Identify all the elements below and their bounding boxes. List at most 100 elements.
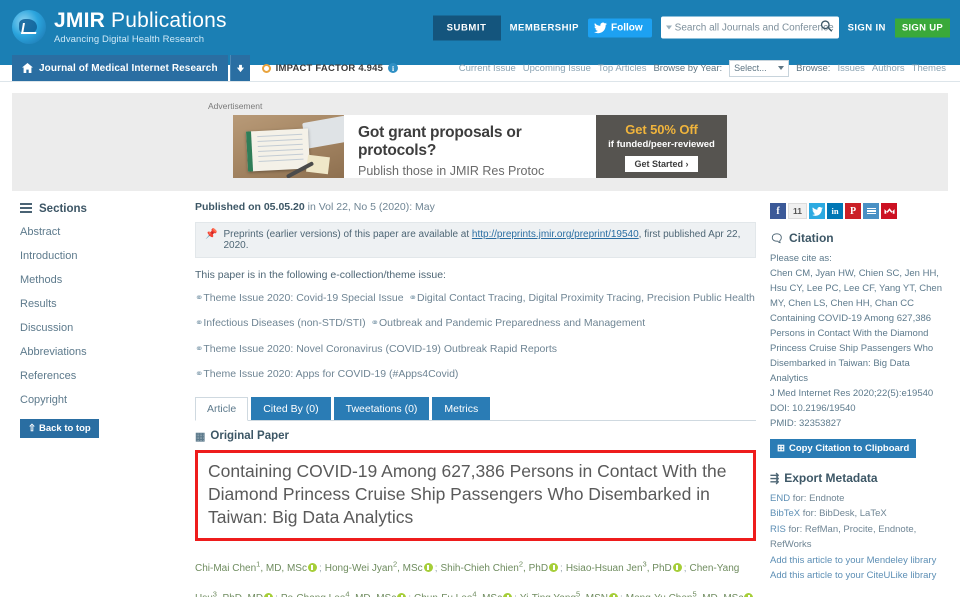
tab-cited-by[interactable]: Cited By (0) xyxy=(251,396,331,420)
twitter-icon xyxy=(593,22,607,33)
advertisement-cta[interactable]: Get 50% Off if funded/peer-reviewed Get … xyxy=(596,115,727,178)
sidebar-item-abbreviations[interactable]: Abbreviations xyxy=(20,346,195,358)
orcid-icon[interactable] xyxy=(744,593,754,597)
search-icon[interactable] xyxy=(820,20,833,33)
chevron-down-icon[interactable] xyxy=(665,25,672,30)
preprint-text: Preprints (earlier versions) of this pap… xyxy=(223,229,741,251)
ecollection-row: ⚭Theme Issue 2020: Novel Coronavirus (CO… xyxy=(195,339,756,357)
export-item-ris: RIS for: RefMan, Procite, Endnote, RefWo… xyxy=(770,523,917,551)
get-started-button[interactable]: Get Started › xyxy=(625,155,698,172)
article-title-highlight: Containing COVID-19 Among 627,386 Person… xyxy=(195,449,756,541)
sign-in-link[interactable]: SIGN IN xyxy=(848,22,886,33)
search-input[interactable] xyxy=(674,22,834,33)
journal-dropdown-toggle[interactable] xyxy=(229,55,250,81)
pinterest-icon[interactable]: P xyxy=(845,203,861,219)
author-link[interactable]: Hong-Wei Jyan2, MSc xyxy=(325,560,423,574)
cite-title: Containing COVID-19 Among 627,386 Person… xyxy=(770,313,934,384)
twitter-follow-button[interactable]: Follow xyxy=(587,18,652,37)
orcid-icon[interactable] xyxy=(672,562,682,572)
paper-type: ▦ Original Paper xyxy=(195,430,756,443)
jmir-logo[interactable]: JMIR Publications Advancing Digital Heal… xyxy=(12,9,227,45)
export-item-endnote: END for: Endnote xyxy=(770,493,845,504)
list-share-icon[interactable] xyxy=(863,203,879,219)
ecollection-link[interactable]: ⚭Digital Contact Tracing, Digital Proxim… xyxy=(409,292,755,304)
tab-metrics[interactable]: Metrics xyxy=(432,396,491,420)
author-link[interactable]: Chi-Mai Chen1, MD, MSc xyxy=(195,560,307,574)
issue-link[interactable]: Vol 22, No 5 (2020): May xyxy=(319,201,435,213)
sidebar-item-introduction[interactable]: Introduction xyxy=(20,250,195,262)
advertisement-headline: Got grant proposals or protocols? xyxy=(358,124,522,159)
membership-link[interactable]: MEMBERSHIP xyxy=(510,22,579,33)
export-end-link[interactable]: END xyxy=(770,493,790,504)
ecollection-link[interactable]: ⚭Theme Issue 2020: Covid-19 Special Issu… xyxy=(195,292,404,304)
author-link[interactable]: Meng-Yu Chen5, MD, MSc xyxy=(626,590,744,597)
orcid-icon[interactable] xyxy=(264,593,274,597)
orcid-icon[interactable] xyxy=(423,562,433,572)
browse-issues-link[interactable]: Issues xyxy=(837,63,864,74)
add-to-mendeley-link[interactable]: Add this article to your Mendeley librar… xyxy=(770,555,936,566)
arrow-down-icon xyxy=(236,64,244,72)
author-link[interactable]: Yi-Ting Yang5, MSN xyxy=(520,590,608,597)
advertisement-copy: Got grant proposals or protocols? Publis… xyxy=(344,115,596,178)
export-bibtex-link[interactable]: BibTeX xyxy=(770,508,800,519)
sidebar-item-discussion[interactable]: Discussion xyxy=(20,322,195,334)
preprint-link[interactable]: http://preprints.jmir.org/preprint/19540 xyxy=(472,229,639,240)
ecollection-link[interactable]: ⚭Theme Issue 2020: Novel Coronavirus (CO… xyxy=(195,343,557,355)
impact-factor-badge: IMPACT FACTOR 4.945 i xyxy=(261,55,399,81)
article-main: Published on 05.05.20 in Vol 22, No 5 (2… xyxy=(195,201,770,597)
header-actions: SUBMIT MEMBERSHIP Follow SIGN IN SIGN UP xyxy=(432,15,950,40)
sidebar-item-abstract[interactable]: Abstract xyxy=(20,226,195,238)
sidebar-item-methods[interactable]: Methods xyxy=(20,274,195,286)
advertisement-condition: if funded/peer-reviewed xyxy=(608,138,715,150)
nav-upcoming-issue[interactable]: Upcoming Issue xyxy=(523,63,591,74)
ecollection-link[interactable]: ⚭Infectious Diseases (non-STD/STI) xyxy=(195,317,366,329)
tab-article[interactable]: Article xyxy=(195,396,249,421)
nav-current-issue[interactable]: Current Issue xyxy=(459,63,516,74)
orcid-icon[interactable] xyxy=(397,593,407,597)
orcid-icon[interactable] xyxy=(549,562,559,572)
copy-citation-button[interactable]: ⊞ Copy Citation to Clipboard xyxy=(770,439,917,458)
browse-authors-link[interactable]: Authors xyxy=(872,63,905,74)
follow-label: Follow xyxy=(610,22,643,33)
export-metadata-heading: ⇶ Export Metadata xyxy=(770,471,948,485)
mendeley-icon[interactable] xyxy=(881,203,897,219)
logo-title: JMIR Publications xyxy=(54,9,227,33)
nav-top-articles[interactable]: Top Articles xyxy=(598,63,647,74)
orcid-icon[interactable] xyxy=(503,593,513,597)
hamburger-icon xyxy=(20,203,32,215)
share-count-badge: 11 xyxy=(788,203,807,219)
orcid-icon[interactable] xyxy=(609,593,618,597)
cite-pmid: PMID: 32353827 xyxy=(770,418,842,429)
citation-icon: 🗨 xyxy=(770,232,784,245)
tab-tweetations[interactable]: Tweetations (0) xyxy=(333,396,430,420)
sidebar-item-copyright[interactable]: Copyright xyxy=(20,394,195,406)
author-link[interactable]: Po-Chang Lee4, MD, MSc xyxy=(281,590,396,597)
year-select[interactable]: Select... xyxy=(729,59,790,77)
author-link[interactable]: Hsiao-Hsuan Jen3, PhD xyxy=(566,560,672,574)
back-to-top-button[interactable]: ⇧ Back to top xyxy=(20,419,99,438)
author-link[interactable]: Chun-Fu Lee4, MSc xyxy=(414,590,502,597)
browse-by-year-label: Browse by Year: xyxy=(653,62,723,74)
export-item-citeulike: Add this article to your CiteULike libra… xyxy=(770,568,948,583)
sections-sidebar: Sections Abstract Introduction Methods R… xyxy=(12,201,195,597)
facebook-icon[interactable]: f xyxy=(770,203,786,219)
ecollection-link[interactable]: ⚭Outbreak and Pandemic Preparedness and … xyxy=(371,317,646,329)
submit-button[interactable]: SUBMIT xyxy=(432,15,501,40)
sidebar-item-references[interactable]: References xyxy=(20,370,195,382)
twitter-icon[interactable] xyxy=(809,203,825,219)
add-to-citeulike-link[interactable]: Add this article to your CiteULike libra… xyxy=(770,570,936,581)
browse-themes-link[interactable]: Themes xyxy=(912,63,946,74)
sign-up-button[interactable]: SIGN UP xyxy=(894,18,950,37)
advertisement-zone: Advertisement Got grant proposals or pro… xyxy=(12,93,948,191)
orcid-icon[interactable] xyxy=(307,562,317,572)
ecollection-intro: This paper is in the following e-collect… xyxy=(195,269,446,281)
sidebar-item-results[interactable]: Results xyxy=(20,298,195,310)
author-link[interactable]: Shih-Chieh Chien2, PhD xyxy=(440,560,548,574)
info-icon[interactable]: i xyxy=(388,63,399,73)
advertisement-banner[interactable]: Got grant proposals or protocols? Publis… xyxy=(233,115,727,178)
ecollection-link[interactable]: ⚭Theme Issue 2020: Apps for COVID-19 (#A… xyxy=(195,368,458,380)
journal-home-tab[interactable]: Journal of Medical Internet Research xyxy=(12,55,228,81)
search-box[interactable] xyxy=(660,16,839,39)
export-ris-link[interactable]: RIS xyxy=(770,524,786,535)
linkedin-icon[interactable]: in xyxy=(827,203,843,219)
